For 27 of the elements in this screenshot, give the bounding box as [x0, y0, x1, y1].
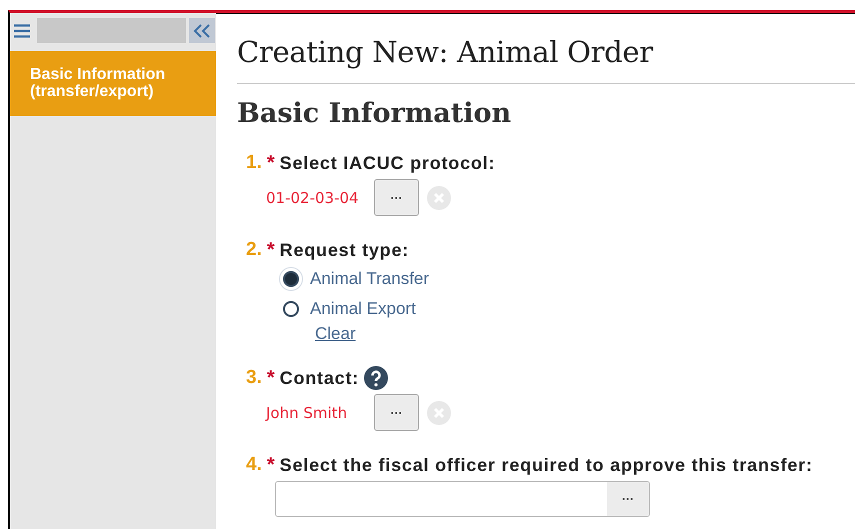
- required-mark: *: [266, 238, 275, 262]
- question-label: Select the fiscal officer required to approve this transfer:: [280, 454, 813, 476]
- clear-link[interactable]: Clear: [315, 324, 855, 344]
- help-icon[interactable]: [364, 366, 388, 390]
- selected-value: John Smith: [266, 404, 348, 422]
- question-number: 3.: [246, 367, 262, 389]
- selected-value: 01-02-03-04: [266, 188, 360, 206]
- required-mark: *: [266, 366, 275, 390]
- section-title: Basic Information: [237, 98, 512, 129]
- browse-button[interactable]: ···: [607, 482, 649, 516]
- required-mark: *: [266, 152, 275, 174]
- fiscal-officer-field[interactable]: ···: [275, 481, 650, 517]
- question-number: 1.: [246, 152, 262, 174]
- question-number: 2.: [246, 239, 262, 261]
- page-title: Creating New: Animal Order: [237, 35, 654, 69]
- option-label: Animal Export: [310, 299, 416, 319]
- question-label: Request type:: [280, 240, 410, 260]
- collapse-button[interactable]: [189, 18, 215, 43]
- browse-button[interactable]: ···: [374, 179, 419, 216]
- required-mark: *: [266, 454, 275, 476]
- menu-icon[interactable]: [14, 24, 30, 38]
- question-label: Contact:: [280, 368, 360, 388]
- double-chevron-icon: [193, 24, 211, 38]
- question-number: 4.: [246, 454, 262, 476]
- question-label: Select IACUC protocol:: [280, 152, 496, 174]
- option-label: Animal Transfer: [310, 269, 430, 289]
- browse-button[interactable]: ···: [374, 394, 419, 431]
